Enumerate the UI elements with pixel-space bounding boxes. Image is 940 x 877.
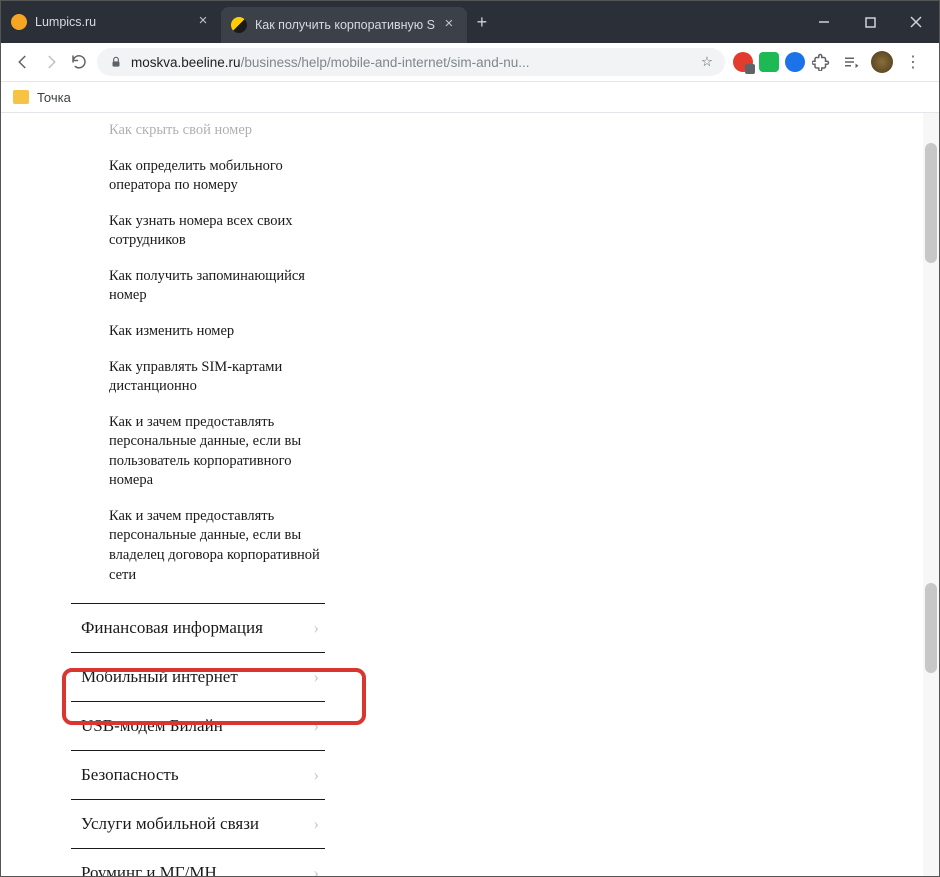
kebab-menu-icon[interactable]: ⋮: [899, 48, 927, 76]
close-tab-icon[interactable]: ×: [195, 14, 211, 30]
category-item[interactable]: Финансовая информация ›: [71, 603, 325, 652]
chevron-right-icon: ›: [313, 716, 319, 736]
tab-title: Lumpics.ru: [35, 15, 189, 29]
category-item[interactable]: Мобильный интернет ›: [71, 652, 325, 701]
address-bar[interactable]: moskva.beeline.ru /business/help/mobile-…: [97, 48, 725, 76]
chevron-right-icon: ›: [313, 814, 319, 834]
favicon-lumpics: [11, 14, 27, 30]
category-item[interactable]: Услуги мобильной связи ›: [71, 799, 325, 848]
help-sublink[interactable]: Как получить запоминающийся номер: [109, 259, 325, 314]
tab-beeline[interactable]: Как получить корпоративную S ×: [221, 7, 467, 43]
help-sublink[interactable]: Как и зачем предоставлять персональные д…: [109, 405, 325, 499]
chevron-right-icon: ›: [313, 765, 319, 785]
help-sublink[interactable]: Как и зачем предоставлять персональные д…: [109, 499, 325, 593]
favicon-beeline: [231, 17, 247, 33]
maximize-button[interactable]: [847, 1, 893, 43]
category-item[interactable]: Безопасность ›: [71, 750, 325, 799]
tab-strip: Lumpics.ru × Как получить корпоративную …: [1, 1, 939, 43]
category-label: Мобильный интернет: [81, 667, 238, 687]
media-control-icon[interactable]: [837, 48, 865, 76]
scrollbar-thumb[interactable]: [925, 143, 937, 263]
expanded-sublinks: Как скрыть свой номер Как определить моб…: [71, 113, 325, 603]
category-label: Безопасность: [81, 765, 179, 785]
close-tab-icon[interactable]: ×: [441, 17, 457, 33]
minimize-button[interactable]: [801, 1, 847, 43]
folder-icon: [13, 90, 29, 104]
scrollbar-track[interactable]: [923, 113, 939, 877]
url-path: /business/help/mobile-and-internet/sim-a…: [241, 55, 530, 70]
chevron-right-icon: ›: [313, 863, 319, 877]
extension-area: ⋮: [729, 48, 931, 76]
tab-title: Как получить корпоративную S: [255, 18, 435, 32]
url-host: moskva.beeline.ru: [131, 55, 241, 70]
help-sublink[interactable]: Как узнать номера всех своих сотрудников: [109, 204, 325, 259]
chevron-right-icon: ›: [313, 667, 319, 687]
new-tab-button[interactable]: +: [467, 1, 497, 43]
category-label: Финансовая информация: [81, 618, 263, 638]
category-label: Услуги мобильной связи: [81, 814, 259, 834]
close-window-button[interactable]: [893, 1, 939, 43]
help-sublink[interactable]: Как скрыть свой номер: [109, 113, 325, 149]
chevron-right-icon: ›: [313, 618, 319, 638]
toolbar: moskva.beeline.ru /business/help/mobile-…: [1, 43, 939, 82]
tab-lumpics[interactable]: Lumpics.ru ×: [1, 1, 221, 43]
extension-icon[interactable]: [759, 52, 779, 72]
category-item[interactable]: Роуминг и МГ/МН ›: [71, 848, 325, 877]
help-sublink[interactable]: Как определить мобильного оператора по н…: [109, 149, 325, 204]
help-sublink[interactable]: Как изменить номер: [109, 314, 325, 350]
window-controls: [801, 1, 939, 43]
profile-avatar[interactable]: [871, 51, 893, 73]
help-sidebar: Как скрыть свой номер Как определить моб…: [1, 113, 341, 877]
bookmark-folder-label[interactable]: Точка: [37, 90, 71, 105]
extensions-button[interactable]: [811, 52, 831, 72]
forward-button[interactable]: [37, 48, 65, 76]
bookmark-star-icon[interactable]: ☆: [701, 54, 713, 70]
extension-icon[interactable]: [785, 52, 805, 72]
bookmarks-bar: Точка: [1, 82, 939, 113]
help-sublink[interactable]: Как управлять SIM-картами дистанционно: [109, 350, 325, 405]
scrollbar-thumb[interactable]: [925, 583, 937, 673]
browser-window: Lumpics.ru × Как получить корпоративную …: [0, 0, 940, 877]
back-button[interactable]: [9, 48, 37, 76]
extension-icon[interactable]: [733, 52, 753, 72]
category-label: USB-модем Билайн: [81, 716, 223, 736]
category-label: Роуминг и МГ/МН: [81, 863, 217, 877]
page-content: Как скрыть свой номер Как определить моб…: [1, 113, 939, 877]
category-item[interactable]: USB-модем Билайн ›: [71, 701, 325, 750]
lock-icon: [109, 55, 123, 69]
reload-button[interactable]: [65, 48, 93, 76]
